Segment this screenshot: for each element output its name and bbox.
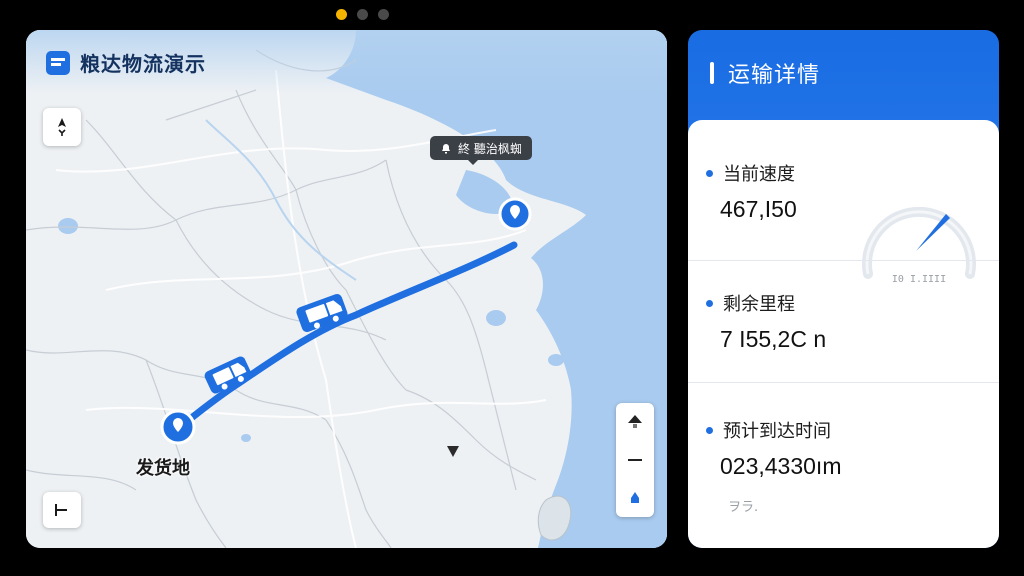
gauge-caption: I0 I.IIII [892,274,946,285]
zoom-control [616,403,654,517]
zoom-in-button[interactable] [620,407,650,437]
app-title: 粮达物流演示 [80,52,206,76]
compass-icon [58,118,66,136]
locate-button[interactable] [620,483,650,513]
bullet-icon [706,169,713,177]
zoom-in-icon [628,415,642,428]
locate-icon [631,492,639,503]
metric-remaining-distance: 剩余里程 7 I55,2C n [706,290,826,353]
truck-logo-icon [46,50,70,75]
divider [688,382,999,383]
metric-eta: 预计到达时间 023,4330ım [706,417,841,480]
destination-tooltip: 終 聽治枫蜘 [430,136,532,165]
metric-label: 当前速度 [723,164,795,185]
tooltip-text: 終 聽治枫蜘 [458,141,522,156]
metric-current-speed: 当前速度 467,I50 [706,160,797,223]
app-brand: 粮达物流演示 [46,48,206,77]
speed-gauge: I0 I.IIII [862,206,976,285]
title-accent-bar [710,62,714,84]
origin-pin-icon[interactable] [160,409,196,445]
scale-button[interactable] [43,492,81,528]
details-body: 当前速度 467,I50 I0 I.IIII 剩余里程 7 I55,2C n 预… [688,120,999,548]
metric-value: 023,4330ım [720,453,842,479]
map-panel[interactable]: 粮达物流演示 終 聽治枫蜘 发货地 [26,30,667,548]
divider [688,260,999,261]
bullet-icon [706,299,713,307]
origin-label: 发货地 [136,458,190,479]
zoom-out-button[interactable] [620,445,650,475]
compass-button[interactable] [43,108,81,146]
bell-icon [442,144,450,154]
page-indicator [336,9,389,20]
minus-icon [628,459,642,461]
gauge-needle [916,214,950,251]
metric-value: 467,I50 [720,196,797,222]
destination-pin-icon[interactable] [498,197,532,231]
scale-icon [55,504,67,516]
metric-label: 剩余里程 [723,294,795,315]
page-dot[interactable] [378,9,389,20]
bullet-icon [706,426,713,434]
details-header: 运输详情 [688,30,999,116]
transport-details-panel: 运输详情 当前速度 467,I50 I0 I.IIII 剩余里程 7 I55,2… [688,30,999,548]
metric-value: 7 I55,2C n [720,326,827,352]
foot-note: ヲラ. [728,500,759,515]
map-canvas[interactable] [26,30,667,548]
details-title: 运输详情 [728,63,821,88]
metric-label: 预计到达时间 [723,421,831,442]
page-dot[interactable] [357,9,368,20]
page-dot[interactable] [336,9,347,20]
